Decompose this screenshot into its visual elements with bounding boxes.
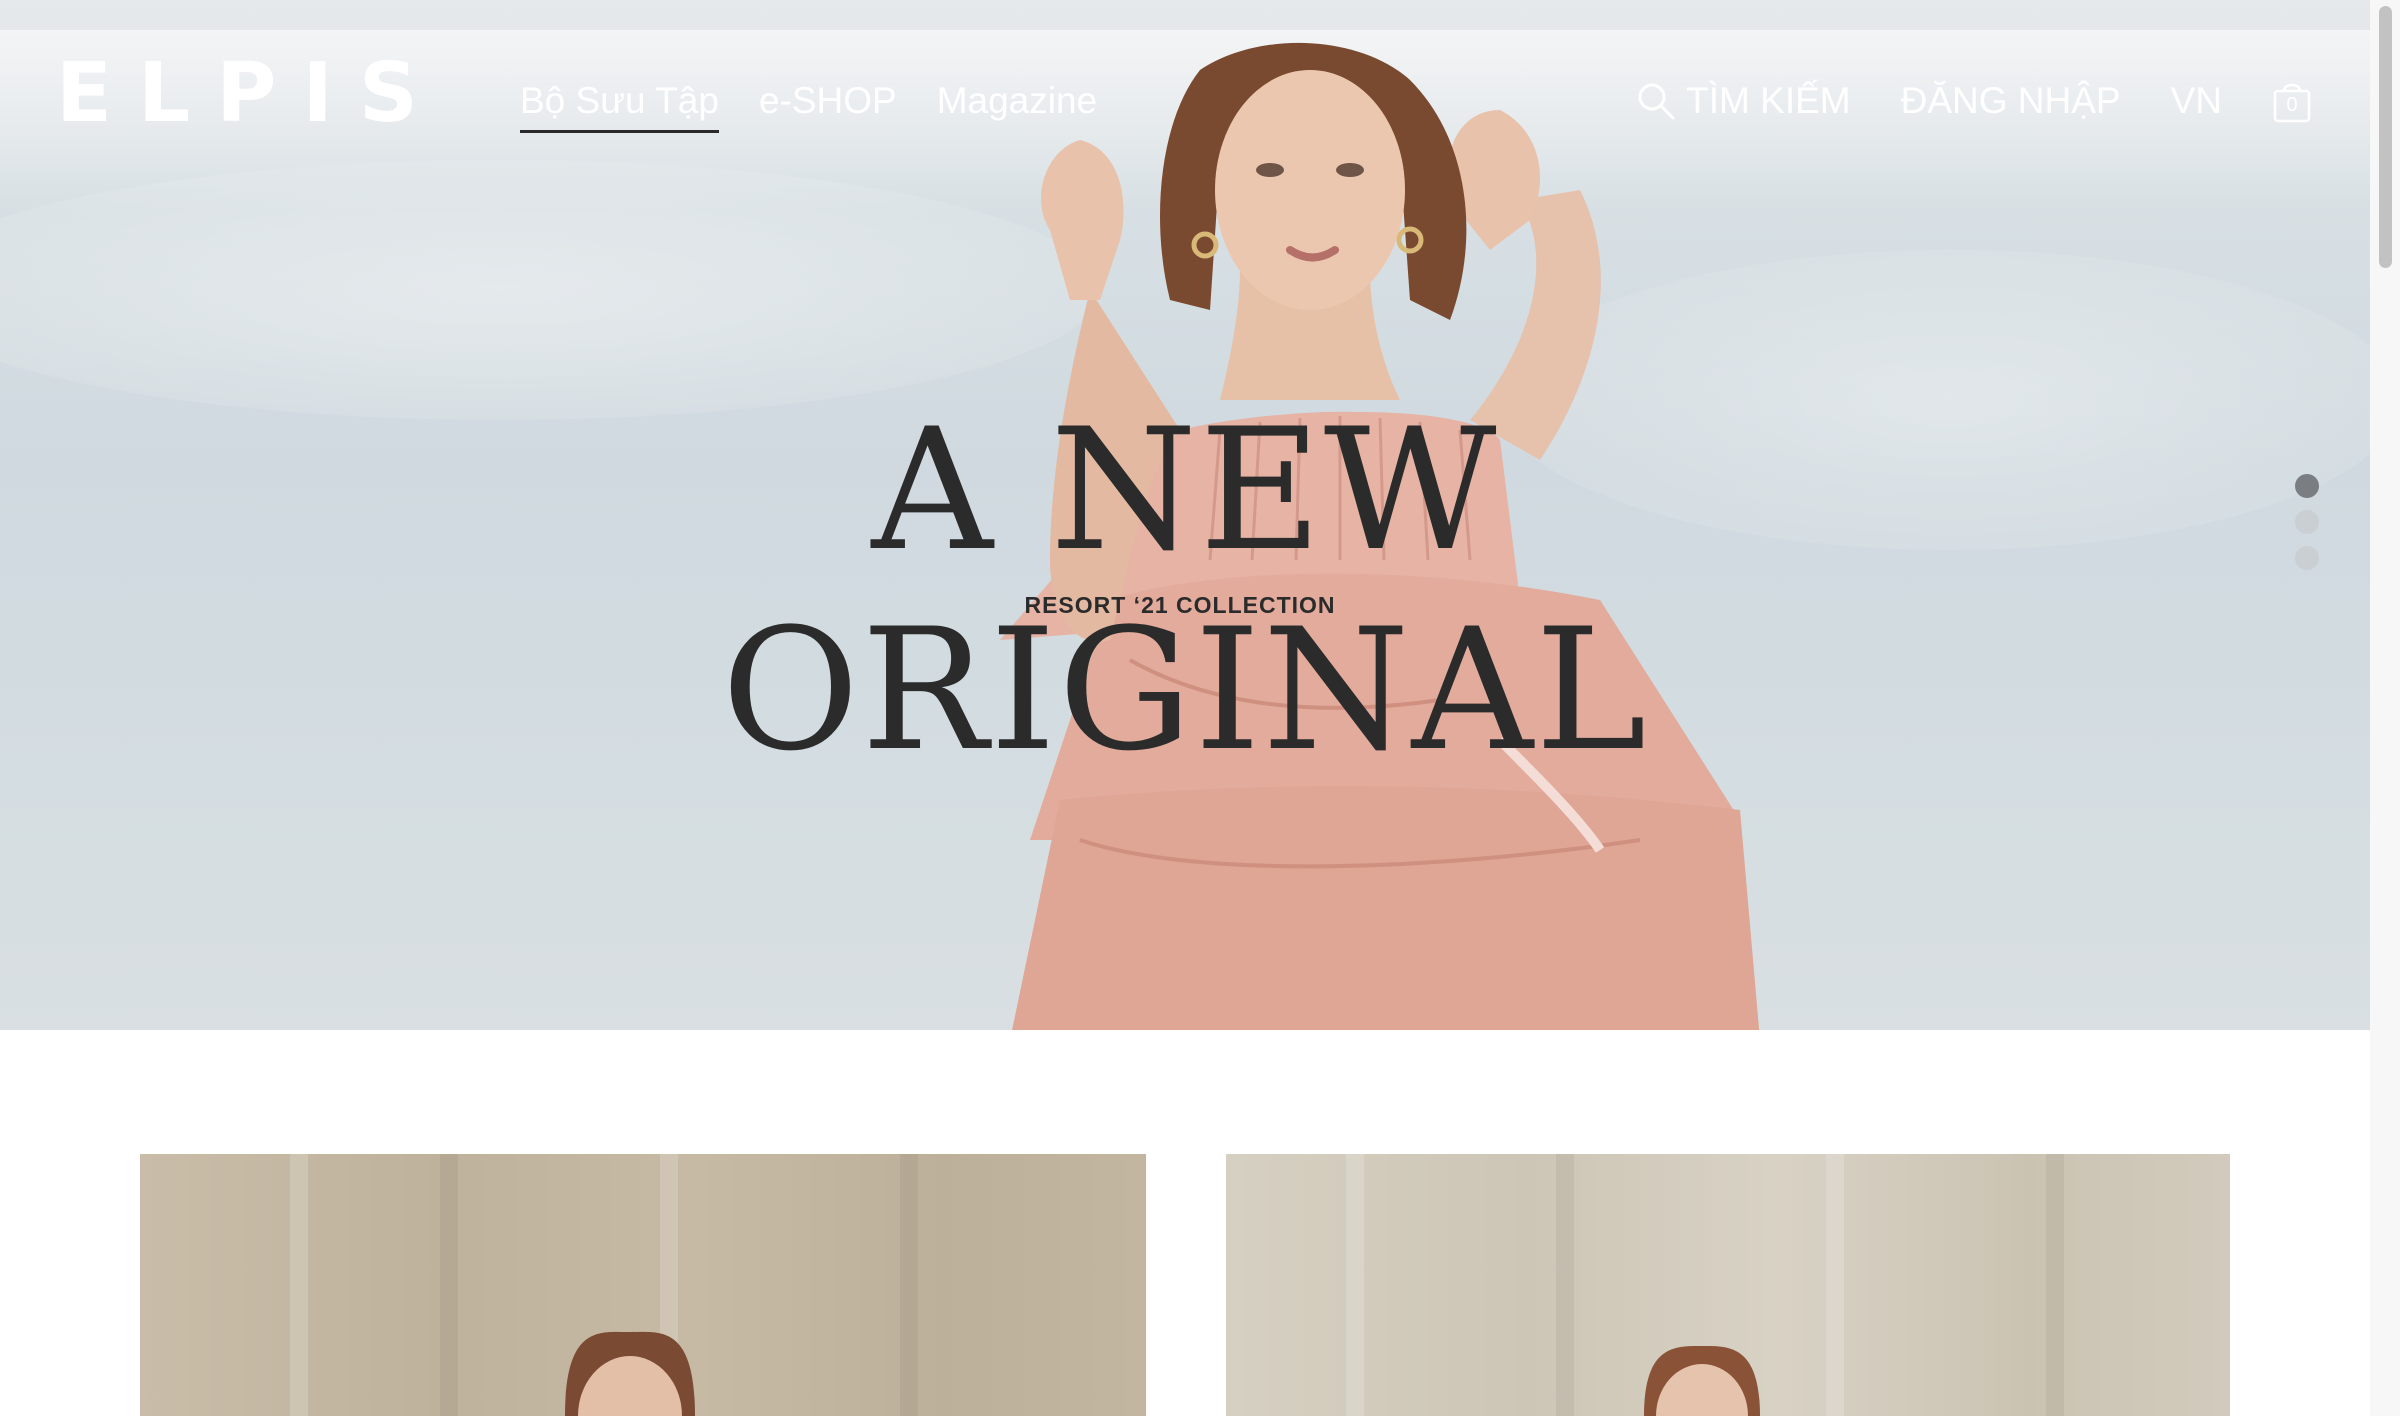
collection-card-right[interactable] [1226,1154,2230,1416]
slide-pagination [2295,474,2319,570]
logo-letter: P [216,46,281,141]
cart-button[interactable]: 0 [2272,79,2312,123]
hero-title: A NEW ORIGINAL [721,392,1649,788]
hero-subtitle: RESORT ‘21 COLLECTION [1024,592,1336,618]
hero-banner: A NEW ORIGINAL RESORT ‘21 COLLECTION [0,0,2370,1030]
language-switcher[interactable]: VN [2171,74,2222,128]
nav-collections-link[interactable]: Bộ Sưu Tập [520,74,719,133]
utility-nav: TÌM KIẾM ĐĂNG NHẬP VN 0 [1636,74,2312,128]
logo-letter: L [138,46,195,141]
nav-eshop-link[interactable]: e-SHOP [759,74,897,133]
page-scrollbar[interactable] [2370,0,2400,1416]
brand-logo[interactable]: E L P I S [56,46,422,141]
search-label: TÌM KIẾM [1686,80,1851,121]
main-nav: Bộ Sưu Tập e-SHOP Magazine [520,74,1097,133]
slide-dot-2[interactable] [2295,510,2319,534]
slide-dot-3[interactable] [2295,546,2319,570]
logo-letter: I [302,46,337,141]
logo-letter: E [56,46,117,141]
scrollbar-thumb[interactable] [2379,6,2392,268]
logo-letter: S [358,46,422,141]
collection-card-left[interactable] [140,1154,1146,1416]
search-icon [1636,81,1676,121]
slide-dot-1[interactable] [2295,474,2319,498]
collection-model-image [1644,1345,1760,1416]
login-link[interactable]: ĐĂNG NHẬP [1901,74,2121,128]
collection-model-image [565,1331,695,1416]
nav-magazine-link[interactable]: Magazine [937,74,1097,133]
cart-count: 0 [2286,94,2298,116]
search-button[interactable]: TÌM KIẾM [1636,74,1851,128]
